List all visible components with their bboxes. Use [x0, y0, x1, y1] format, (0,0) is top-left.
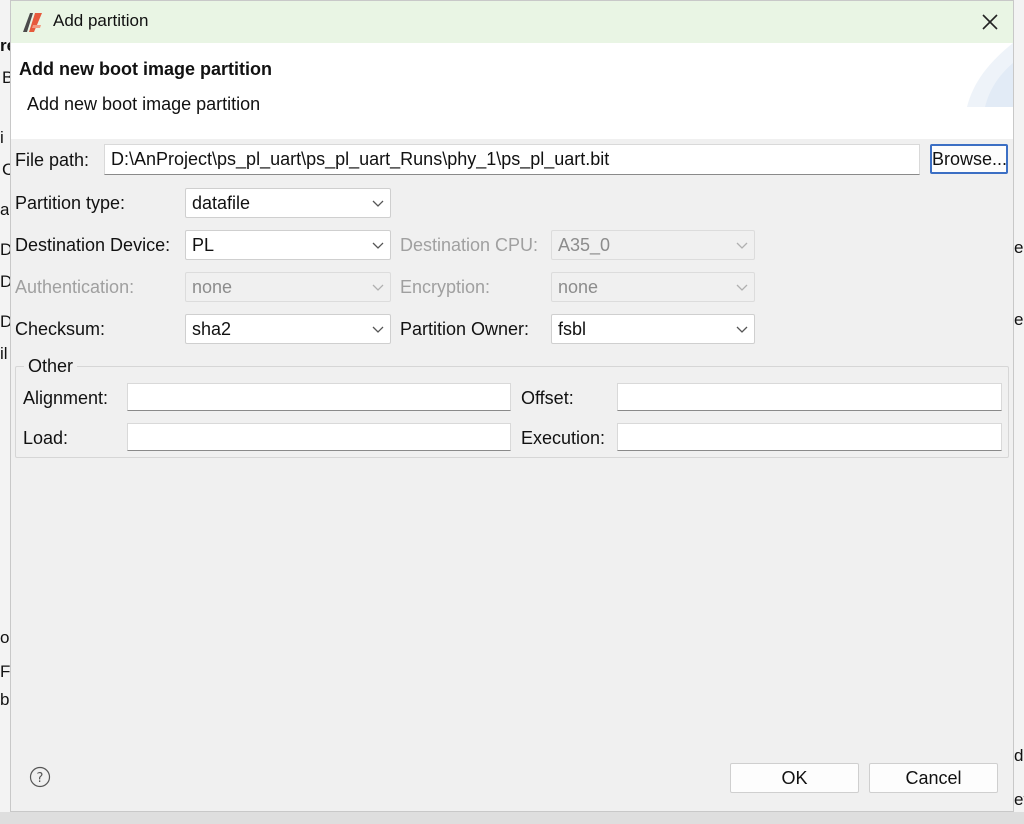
help-icon[interactable]: ?: [29, 766, 51, 788]
chevron-down-icon: [372, 242, 384, 249]
banner-title: Add new boot image partition: [19, 59, 272, 79]
partition-owner-value: fsbl: [558, 319, 587, 339]
add-partition-dialog: Add partition Add new boot image partiti…: [10, 0, 1014, 812]
header-banner: Add new boot image partition Add new boo…: [11, 43, 1013, 139]
close-icon[interactable]: [975, 7, 1005, 37]
title-bar[interactable]: Add partition: [11, 1, 1013, 43]
authentication-value: none: [192, 277, 233, 297]
destination-cpu-value: A35_0: [558, 235, 611, 255]
destination-device-select[interactable]: PL: [185, 230, 391, 260]
partition-owner-label: Partition Owner:: [400, 319, 530, 339]
destination-device-label: Destination Device:: [15, 235, 171, 255]
alignment-label: Alignment:: [23, 388, 109, 408]
execution-label: Execution:: [521, 428, 606, 448]
alignment-input[interactable]: [127, 383, 511, 411]
chevron-down-icon: [736, 242, 748, 249]
offset-label: Offset:: [521, 388, 574, 408]
background-text-fragment: et: [1014, 790, 1024, 809]
other-group-legend: Other: [24, 356, 78, 377]
background-text-fragment: o: [0, 628, 10, 647]
chevron-down-icon: [372, 200, 384, 207]
banner-decoration: [967, 43, 1013, 107]
execution-input[interactable]: [617, 423, 1002, 451]
load-input[interactable]: [127, 423, 511, 451]
banner-description: Add new boot image partition: [27, 94, 261, 114]
partition-owner-select[interactable]: fsbl: [551, 314, 755, 344]
authentication-select: none: [185, 272, 391, 302]
destination-cpu-select: A35_0: [551, 230, 755, 260]
background-text-fragment: d: [1014, 746, 1024, 765]
checksum-label: Checksum:: [15, 319, 106, 339]
background-window-bottom: [0, 812, 1024, 824]
load-label: Load:: [23, 428, 69, 448]
background-window-right: [1014, 0, 1024, 824]
checksum-select[interactable]: sha2: [185, 314, 391, 344]
chevron-down-icon: [372, 284, 384, 291]
destination-device-value: PL: [192, 235, 215, 255]
partition-type-select[interactable]: datafile: [185, 188, 391, 218]
background-text-fragment: a: [0, 200, 10, 219]
encryption-select: none: [551, 272, 755, 302]
chevron-down-icon: [736, 284, 748, 291]
browse-button[interactable]: Browse...: [930, 144, 1008, 174]
chevron-down-icon: [372, 326, 384, 333]
ok-button[interactable]: OK: [730, 763, 859, 793]
background-text-fragment: b: [0, 690, 10, 709]
background-text-fragment: i: [0, 128, 4, 147]
partition-type-value: datafile: [192, 193, 251, 213]
background-text-fragment: e.: [1014, 310, 1024, 329]
encryption-label: Encryption:: [400, 277, 491, 297]
file-path-label: File path:: [15, 150, 90, 170]
background-text-fragment: e.: [1014, 238, 1024, 257]
authentication-label: Authentication:: [15, 277, 135, 297]
svg-text:?: ?: [37, 771, 44, 786]
app-logo-icon: [23, 13, 42, 32]
checksum-value: sha2: [192, 319, 232, 339]
cancel-button[interactable]: Cancel: [869, 763, 998, 793]
offset-input[interactable]: [617, 383, 1002, 411]
encryption-value: none: [558, 277, 599, 297]
partition-type-label: Partition type:: [15, 193, 126, 213]
destination-cpu-label: Destination CPU:: [400, 235, 539, 255]
file-path-input[interactable]: D:\AnProject\ps_pl_uart\ps_pl_uart_Runs\…: [104, 144, 920, 175]
chevron-down-icon: [736, 326, 748, 333]
background-text-fragment: il: [0, 344, 8, 363]
window-title: Add partition: [53, 11, 149, 30]
